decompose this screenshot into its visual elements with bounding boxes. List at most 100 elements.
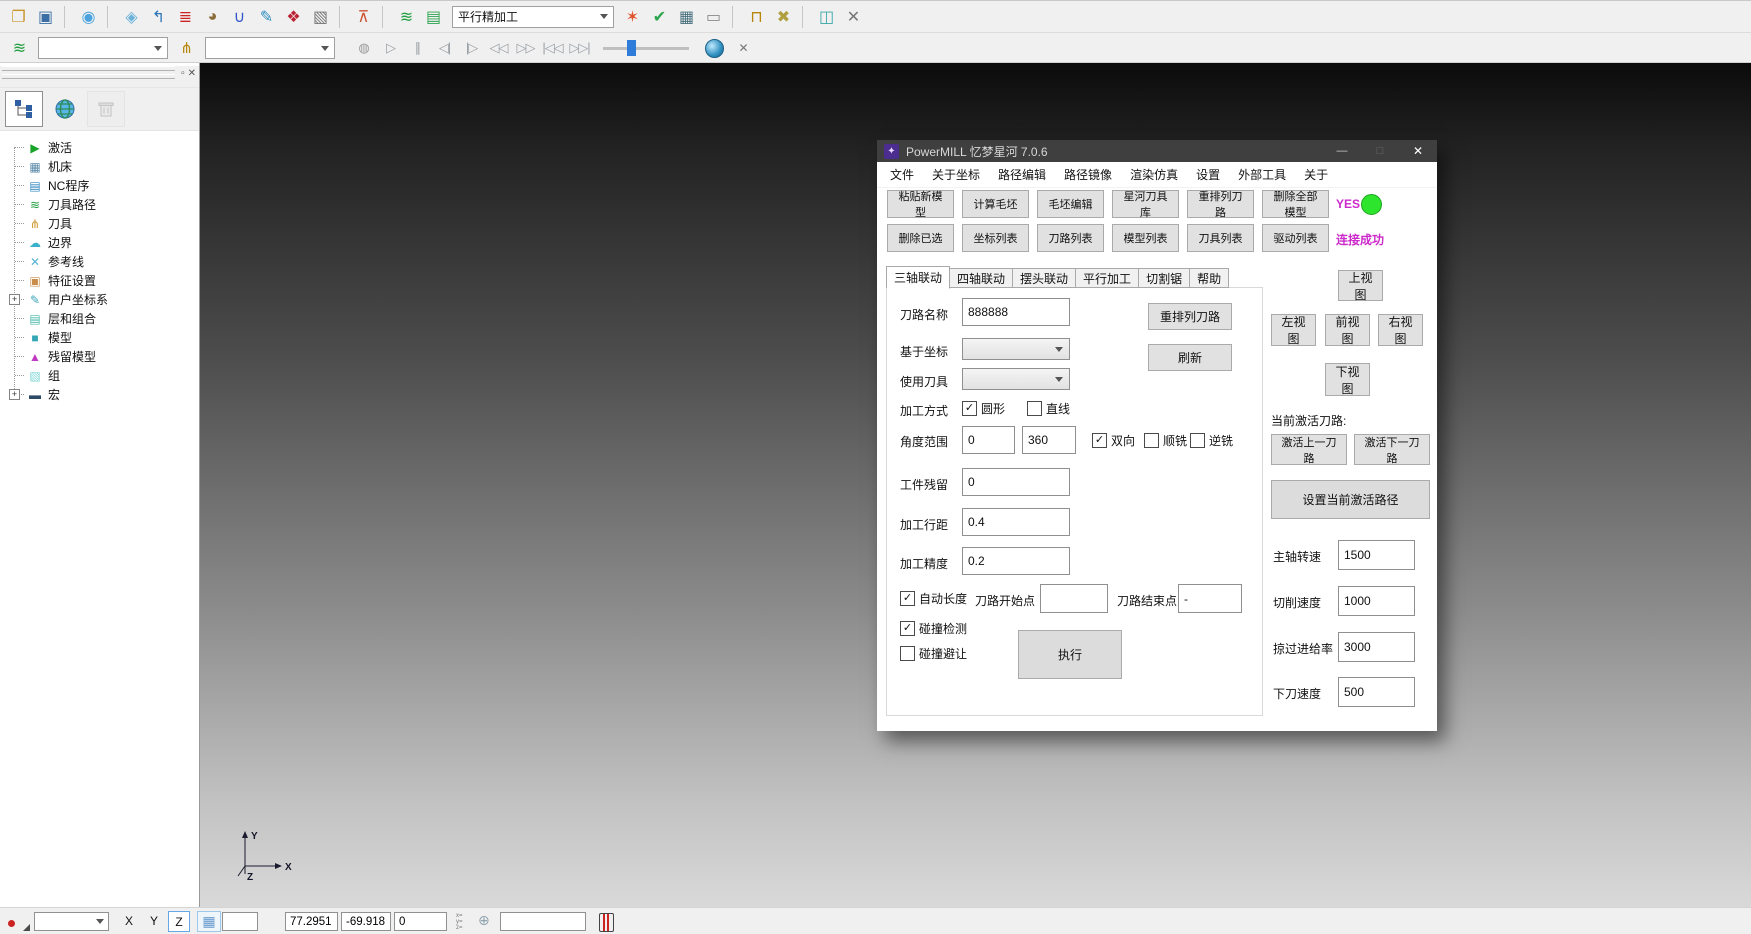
menu-item[interactable]: 设置: [1187, 166, 1229, 183]
action-button[interactable]: 删除全部模型: [1262, 190, 1329, 218]
play-icon[interactable]: ▷: [378, 36, 403, 61]
angle-to-input[interactable]: 360: [1022, 426, 1076, 454]
curve-editor-icon[interactable]: ✎: [254, 4, 279, 29]
grid-size-input[interactable]: [222, 912, 258, 931]
transform-icon[interactable]: ✖: [771, 4, 796, 29]
tree-item-workplanes[interactable]: + ✎ 用户坐标系: [0, 290, 199, 309]
menu-item[interactable]: 文件: [881, 166, 923, 183]
minimize-button[interactable]: —: [1323, 140, 1361, 162]
checkbox-box[interactable]: [1190, 433, 1205, 448]
axis-z-button[interactable]: Z: [168, 911, 190, 932]
tree-item-levels-sets[interactable]: ▤ 层和组合: [0, 309, 199, 328]
toolpath-spring-icon[interactable]: ≋: [394, 4, 419, 29]
maximize-button[interactable]: □: [1361, 140, 1399, 162]
activate-next-toolpath-button[interactable]: 激活下一刀路: [1354, 434, 1430, 465]
strategy-list-icon[interactable]: ▤: [421, 4, 446, 29]
menu-item[interactable]: 关于坐标: [923, 166, 989, 183]
tree-item-machine-tools[interactable]: ▦ 机床: [0, 157, 199, 176]
step-back-icon[interactable]: ◁|: [432, 36, 457, 61]
go-end-icon[interactable]: ▷▷|: [567, 36, 592, 61]
checkbox-box[interactable]: ✓: [962, 401, 977, 416]
toolpath-verify-icon[interactable]: ✶: [620, 4, 645, 29]
collision-avoid-checkbox[interactable]: 碰撞避让: [900, 645, 967, 662]
compass-icon[interactable]: ⊕: [478, 912, 490, 929]
set-active-path-button[interactable]: 设置当前激活路径: [1271, 480, 1430, 519]
tree-item-patterns[interactable]: ✕ 参考线: [0, 252, 199, 271]
tree-item-nc-programs[interactable]: ▤ NC程序: [0, 176, 199, 195]
save-project-icon[interactable]: ▣: [33, 4, 58, 29]
drilling-icon[interactable]: ⊼: [351, 4, 376, 29]
auto-length-checkbox[interactable]: ✓ 自动长度: [900, 590, 967, 607]
speed-field-input[interactable]: 3000: [1338, 632, 1415, 662]
coord-x-input[interactable]: 77.2951: [285, 912, 338, 931]
stepover-input[interactable]: 0.4: [962, 508, 1070, 536]
mode-circle-checkbox[interactable]: ✓ 圆形: [962, 400, 1005, 417]
conventional-mill-checkbox[interactable]: 逆铣: [1190, 432, 1233, 449]
action-button[interactable]: 删除已选: [887, 224, 954, 252]
ruler-icon[interactable]: ▭: [701, 4, 726, 29]
view-bottom-button[interactable]: 下视图: [1325, 363, 1370, 396]
menu-item[interactable]: 渲染仿真: [1121, 166, 1187, 183]
menu-item[interactable]: 路径编辑: [989, 166, 1055, 183]
boundary-icon[interactable]: ∪: [227, 4, 252, 29]
step-forward-icon[interactable]: |▷: [459, 36, 484, 61]
start-point-input[interactable]: [1040, 584, 1108, 613]
end-point-input[interactable]: -: [1178, 584, 1242, 613]
drag-gripper[interactable]: [2, 74, 175, 79]
speed-field-input[interactable]: 500: [1338, 677, 1415, 707]
model-tree-tab[interactable]: [5, 91, 43, 127]
coord-z-input[interactable]: 0: [394, 912, 447, 931]
tree-item-activate[interactable]: ▶ 激活: [0, 138, 199, 157]
angle-from-input[interactable]: 0: [962, 426, 1015, 454]
dialog-tab[interactable]: 三轴联动: [886, 266, 950, 289]
simulation-speed-slider[interactable]: [603, 39, 689, 57]
toolbar-close-icon[interactable]: ✕: [841, 4, 866, 29]
action-button[interactable]: 刀路列表: [1037, 224, 1104, 252]
rewind-icon[interactable]: ◁◁: [486, 36, 511, 61]
menu-item[interactable]: 路径镜像: [1055, 166, 1121, 183]
toolpath-name-input[interactable]: 888888: [962, 298, 1070, 326]
dialog-tab[interactable]: 四轴联动: [949, 268, 1013, 288]
cylinder-pair-icon[interactable]: ◫: [814, 4, 839, 29]
menu-item[interactable]: 外部工具: [1229, 166, 1295, 183]
tree-item-models[interactable]: ■ 模型: [0, 328, 199, 347]
tool-holder-icon[interactable]: ⊓: [744, 4, 769, 29]
dialog-titlebar[interactable]: ✦ PowerMILL 忆梦星河 7.0.6 — □ ✕: [877, 140, 1437, 162]
tolerance-input[interactable]: 0.2: [962, 547, 1070, 575]
checkbox-box[interactable]: [1027, 401, 1042, 416]
slider-thumb[interactable]: [627, 40, 636, 56]
checkbox-box[interactable]: [900, 646, 915, 661]
open-project-icon[interactable]: ❐: [6, 4, 31, 29]
strategy-preset-dropdown[interactable]: 平行精加工: [452, 6, 614, 28]
speed-field-input[interactable]: 1000: [1338, 586, 1415, 616]
calculator-icon[interactable]: ▦: [674, 4, 699, 29]
close-button[interactable]: ✕: [1399, 140, 1437, 162]
refresh-button[interactable]: 刷新: [1148, 344, 1232, 371]
grid-icon[interactable]: ▦: [197, 911, 221, 932]
dialog-tab[interactable]: 切割锯: [1138, 268, 1190, 288]
reorder-toolpaths-button[interactable]: 重排列刀路: [1148, 303, 1232, 330]
shaded-ball-icon[interactable]: ◉: [76, 4, 101, 29]
base-coord-dropdown[interactable]: [962, 338, 1070, 360]
axis-x-button[interactable]: X: [118, 911, 140, 932]
drag-gripper[interactable]: [2, 66, 175, 71]
action-button[interactable]: 重排列刀路: [1187, 190, 1254, 218]
activate-prev-toolpath-button[interactable]: 激活上一刀路: [1271, 434, 1347, 465]
coord-y-input[interactable]: -69.918: [341, 912, 391, 931]
z-heights-icon[interactable]: ≣: [173, 4, 198, 29]
collision-check-checkbox[interactable]: ✓ 碰撞检测: [900, 620, 967, 637]
light-icon[interactable]: ◍: [351, 36, 376, 61]
rapid-move-icon[interactable]: ↰: [146, 4, 171, 29]
tree-item-stock-models[interactable]: ▲ 残留模型: [0, 347, 199, 366]
sim-tool-dropdown[interactable]: [205, 37, 335, 59]
pattern-points-icon[interactable]: ❖: [281, 4, 306, 29]
speed-field-input[interactable]: 1500: [1338, 540, 1415, 570]
tree-item-tools[interactable]: ⋔ 刀具: [0, 214, 199, 233]
action-button[interactable]: 刀具列表: [1187, 224, 1254, 252]
status-dropdown[interactable]: [34, 912, 109, 931]
tree-item-toolpaths[interactable]: ≋ 刀具路径: [0, 195, 199, 214]
action-button[interactable]: 驱动列表: [1262, 224, 1329, 252]
tree-item-boundaries[interactable]: ☁ 边界: [0, 233, 199, 252]
dialog-tab[interactable]: 摆头联动: [1012, 268, 1076, 288]
action-button[interactable]: 计算毛坯: [962, 190, 1029, 218]
